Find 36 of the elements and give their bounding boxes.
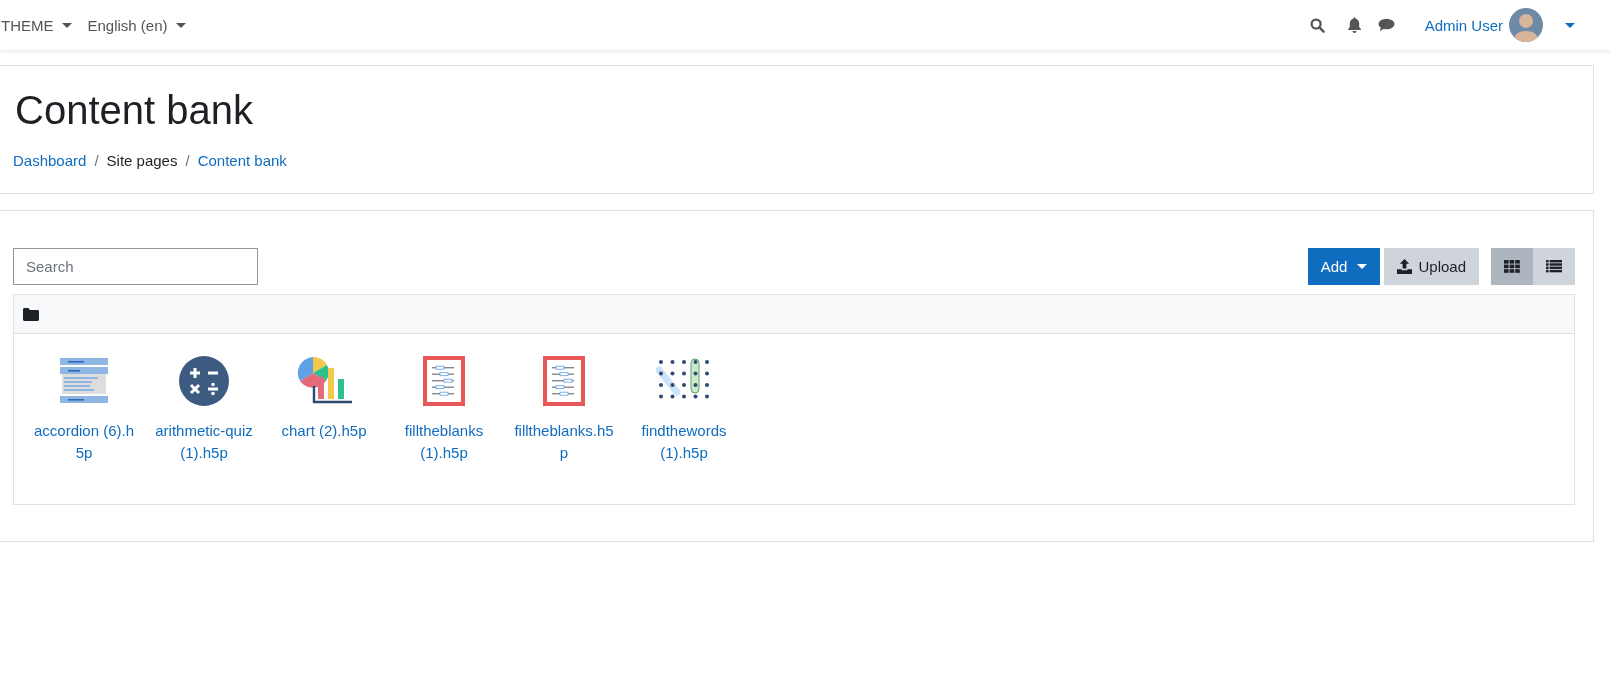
grid-view-button[interactable] bbox=[1491, 248, 1533, 285]
breadcrumb-link[interactable]: Content bank bbox=[197, 152, 287, 169]
chat-bubble-icon[interactable] bbox=[1377, 18, 1395, 32]
bell-icon[interactable] bbox=[1346, 17, 1362, 33]
breadcrumb-separator: / bbox=[185, 152, 190, 169]
caret-icon bbox=[1357, 264, 1368, 269]
file-name-link[interactable]: chart (2).h5p bbox=[273, 420, 375, 442]
accordion-icon[interactable] bbox=[59, 356, 109, 406]
file-name-link[interactable]: filltheblanks.h5p bbox=[513, 420, 615, 464]
folder-icon[interactable] bbox=[23, 307, 39, 321]
file-name-link[interactable]: arithmetic-quiz (1).h5p bbox=[153, 420, 255, 464]
search-field[interactable]: Search bbox=[13, 248, 258, 285]
search-icon[interactable] bbox=[1309, 17, 1325, 33]
file-name-link[interactable]: accordion (6).h5p bbox=[33, 420, 135, 464]
file-name-link[interactable]: filltheblanks (1).h5p bbox=[393, 420, 495, 464]
document-icon[interactable] bbox=[423, 356, 465, 406]
upload-icon bbox=[1397, 259, 1413, 274]
page-title: Content bank bbox=[15, 88, 254, 132]
list-view-button[interactable] bbox=[1533, 248, 1575, 285]
nav-dropdown[interactable]: THEME bbox=[1, 16, 72, 34]
caret-icon bbox=[61, 22, 72, 28]
avatar-silhouette[interactable] bbox=[1509, 8, 1543, 42]
grid-icon bbox=[1504, 260, 1520, 273]
math-operators-icon[interactable] bbox=[179, 356, 229, 406]
caret-icon bbox=[175, 22, 186, 28]
file-name-link[interactable]: findthewords (1).h5p bbox=[633, 420, 735, 464]
document-icon[interactable] bbox=[543, 356, 585, 406]
upload-button[interactable]: Upload bbox=[1384, 248, 1479, 285]
add-button[interactable]: Add bbox=[1307, 248, 1381, 285]
user-menu-link[interactable]: Admin User bbox=[1424, 16, 1503, 34]
caret-icon[interactable] bbox=[1565, 22, 1575, 28]
breadcrumb-separator: / bbox=[94, 152, 99, 169]
list-icon bbox=[1546, 260, 1562, 273]
breadcrumb-link[interactable]: Dashboard bbox=[13, 152, 87, 169]
breadcrumb-item: Site pages bbox=[106, 152, 178, 169]
nav-dropdown[interactable]: English (en) bbox=[87, 16, 186, 34]
